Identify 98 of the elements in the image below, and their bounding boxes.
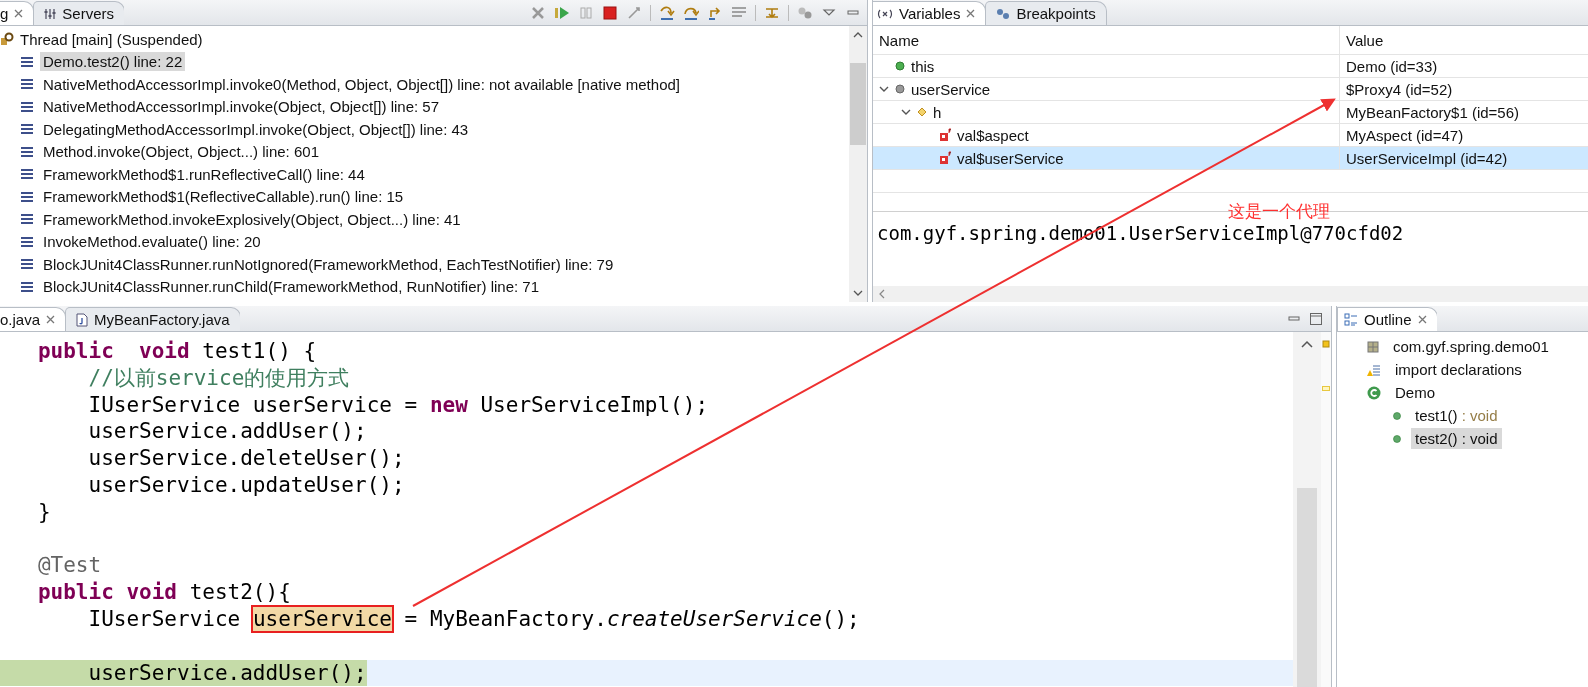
- stack-frame-icon: [20, 123, 34, 136]
- variable-name: val$userService: [957, 149, 1064, 167]
- method-icon: [1393, 411, 1401, 420]
- step-return-icon: [707, 4, 723, 21]
- scroll-down-icon: [853, 290, 863, 296]
- outline-item[interactable]: import declarations: [1391, 359, 1526, 380]
- close-icon: [14, 9, 24, 18]
- scroll-up-icon: [1301, 340, 1313, 348]
- outline-item[interactable]: test2() : void: [1411, 428, 1502, 449]
- diamond-icon: [917, 107, 927, 117]
- stack-frame[interactable]: NativeMethodAccessorImpl.invoke0(Method, Object, Object[]) line: not available [native method]: [40, 74, 683, 94]
- scroll-up-icon: [853, 32, 863, 38]
- stack-frame[interactable]: BlockJUnit4ClassRunner.runChild(FrameworkMethod, RunNotifier) line: 71: [40, 277, 543, 297]
- stack-frame-icon: [20, 258, 34, 271]
- variable-value: MyBeanFactory$1 (id=56): [1339, 101, 1588, 123]
- view-tab[interactable]: g: [0, 1, 35, 25]
- field-icon: [939, 128, 951, 142]
- stack-frame[interactable]: BlockJUnit4ClassRunner.runNotIgnored(FrameworkMethod, EachTestNotifier) line: 79: [40, 254, 617, 274]
- stack-frame-icon: [20, 55, 34, 68]
- stack-frame-icon: [20, 190, 34, 203]
- method-icon: [1393, 434, 1401, 443]
- code-line: IUserService userService = MyBeanFactory.createUserService();: [87, 605, 860, 633]
- stack-frame-icon: [20, 168, 34, 181]
- step-into-icon: [659, 4, 675, 21]
- stack-frame-icon: [20, 213, 34, 226]
- variable-value: MyAspect (id=47): [1339, 124, 1588, 146]
- server-icon: [44, 7, 57, 20]
- disconnect-icon: [626, 4, 642, 21]
- outline-icon: [1344, 312, 1358, 327]
- scroll-left-icon: [879, 289, 885, 299]
- remove-icon: [530, 4, 546, 21]
- class-icon: [1367, 385, 1381, 400]
- warning-marker-icon: [1322, 340, 1330, 348]
- code-line: userService.addUser();: [87, 418, 367, 446]
- column-header[interactable]: Value: [1346, 31, 1384, 49]
- java-file-icon: [76, 312, 89, 327]
- stack-frame[interactable]: FrameworkMethod$1(ReflectiveCallable).run() line: 15: [40, 187, 407, 207]
- variable-name: h: [933, 103, 942, 121]
- close-icon: [966, 9, 976, 18]
- variable-row[interactable]: userService $Proxy4 (id=52): [873, 78, 1588, 101]
- variable-row[interactable]: this Demo (id=33): [873, 55, 1588, 78]
- variable-value: $Proxy4 (id=52): [1339, 78, 1588, 100]
- stack-frame-icon: [20, 100, 34, 113]
- code-line: }: [36, 498, 51, 526]
- outline-item[interactable]: Demo: [1391, 382, 1439, 403]
- close-icon: [1417, 315, 1427, 324]
- maximize-icon: [1309, 311, 1323, 326]
- stack-frame[interactable]: Method.invoke(Object, Object...) line: 601: [40, 142, 322, 162]
- vertical-scrollbar[interactable]: [849, 26, 867, 302]
- stack-frame[interactable]: FrameworkMethod$1.runReflectiveCall() line: 44: [40, 164, 368, 184]
- horizontal-scrollbar[interactable]: [873, 286, 1588, 302]
- variable-name: this: [911, 57, 935, 75]
- column-header[interactable]: Name: [879, 31, 919, 49]
- variable-row[interactable]: val$userService UserServiceImpl (id=42): [873, 147, 1588, 170]
- stack-frame-icon: [20, 145, 34, 158]
- stop-icon: [602, 4, 618, 21]
- view-tab[interactable]: Variables: [873, 1, 987, 25]
- view-tab[interactable]: MyBeanFactory.java: [65, 307, 241, 331]
- variable-name: val$aspect: [957, 126, 1029, 144]
- view-tab[interactable]: Outline: [1337, 307, 1438, 331]
- code-line: userService.deleteUser();: [87, 445, 405, 472]
- view-tab[interactable]: o.java: [0, 307, 67, 331]
- stack-frame[interactable]: Demo.test2() line: 22: [40, 52, 186, 72]
- code-line: userService.updateUser();: [87, 472, 405, 499]
- view-tab[interactable]: Breakpoints: [985, 1, 1107, 25]
- variable-value: Demo (id=33): [1339, 55, 1588, 77]
- resume-icon: [554, 4, 570, 21]
- vertical-scrollbar[interactable]: [1293, 332, 1321, 687]
- dot-icon: [895, 61, 905, 71]
- variables-icon: [877, 8, 893, 19]
- outline-item[interactable]: com.gyf.spring.demo01: [1389, 336, 1553, 357]
- stack-frame[interactable]: DelegatingMethodAccessorImpl.invoke(Object, Object[]) line: 43: [40, 119, 472, 139]
- stack-frame-icon: [20, 78, 34, 91]
- variable-value: UserServiceImpl (id=42): [1339, 147, 1588, 169]
- stack-frame[interactable]: InvokeMethod.evaluate() line: 20: [40, 232, 264, 252]
- code-line: public void test2(){: [36, 579, 291, 606]
- occurrence-marker-icon: [1322, 386, 1330, 391]
- code-line: IUserService userService = new UserServiceImpl();: [87, 391, 709, 419]
- variable-row[interactable]: h MyBeanFactory$1 (id=56): [873, 101, 1588, 124]
- stack-frame[interactable]: FrameworkMethod.invokeExplosively(Object, Object...) line: 41: [40, 209, 464, 229]
- package-icon: [1367, 340, 1379, 353]
- breakpoints-icon: [996, 7, 1011, 20]
- variable-name: userService: [911, 80, 991, 98]
- circle-icon: [895, 84, 905, 94]
- close-icon: [46, 315, 56, 324]
- code-line: public void test1() {: [36, 338, 317, 365]
- code-line: @Test: [36, 552, 102, 580]
- stack-frame-icon: [20, 280, 34, 293]
- thread-label[interactable]: Thread [main] (Suspended): [20, 30, 203, 48]
- thread-icon: [0, 32, 14, 47]
- code-line: //以前service的使用方式: [87, 364, 350, 392]
- pause-icon: [578, 4, 594, 21]
- stack-frame-icon: [20, 235, 34, 248]
- view-tab[interactable]: Servers: [33, 1, 126, 25]
- outline-item[interactable]: test1() : void: [1411, 405, 1502, 426]
- field-icon: [939, 151, 951, 165]
- stack-frame[interactable]: NativeMethodAccessorImpl.invoke(Object, Object[]) line: 57: [40, 97, 442, 117]
- imports-icon: [1367, 362, 1381, 377]
